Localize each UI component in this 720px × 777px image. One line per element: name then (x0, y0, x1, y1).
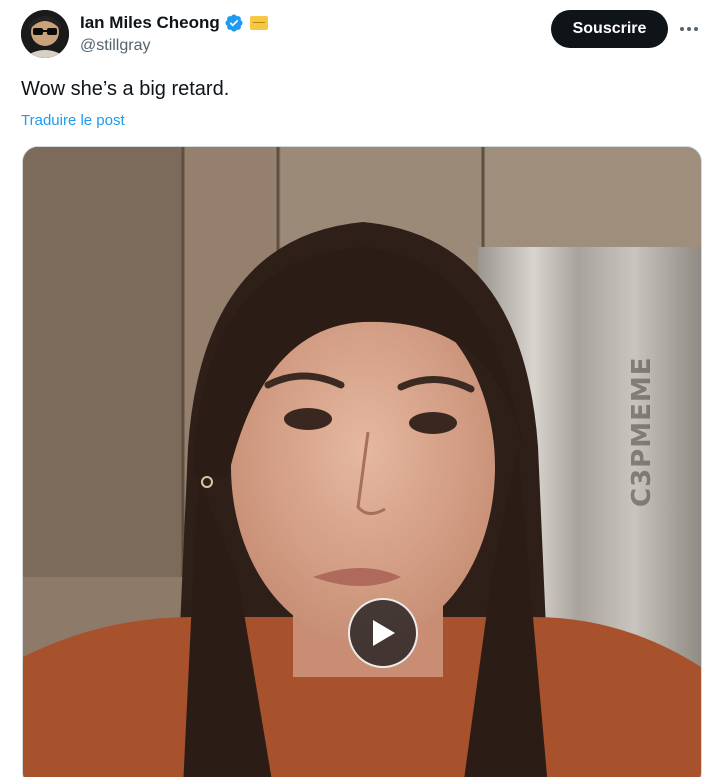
video-watermark: C3PMEME (627, 356, 657, 508)
video-frame (23, 147, 701, 777)
play-icon (373, 620, 395, 646)
author-name-row: Ian Miles Cheong (80, 12, 268, 34)
subscribe-button[interactable]: Souscrire (551, 10, 668, 48)
avatar[interactable] (21, 10, 69, 58)
play-button[interactable] (348, 598, 418, 668)
translate-post-link[interactable]: Traduire le post (21, 112, 125, 129)
post-text: Wow she’s a big retard. (21, 78, 230, 100)
author-handle[interactable]: @stillgray (80, 37, 150, 55)
verified-badge-icon (224, 13, 244, 33)
avatar-image (21, 10, 69, 58)
post-card: Ian Miles Cheong @stillgray Souscrire Wo… (0, 0, 720, 777)
video-player[interactable]: C3PMEME (22, 146, 702, 777)
more-horizontal-icon[interactable] (676, 18, 702, 40)
affiliate-badge-icon[interactable] (249, 16, 268, 30)
author-name[interactable]: Ian Miles Cheong (80, 13, 220, 33)
